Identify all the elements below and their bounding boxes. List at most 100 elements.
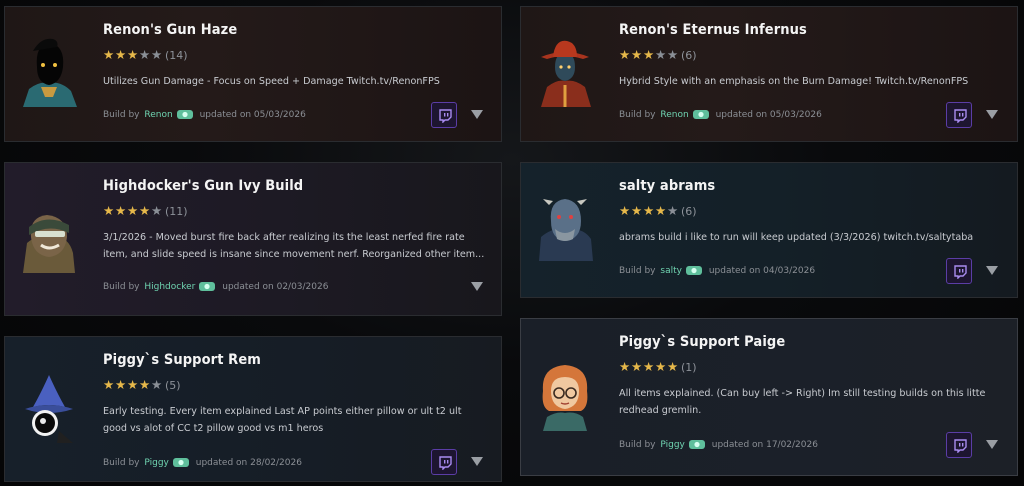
caret-down-icon[interactable] bbox=[471, 457, 483, 466]
star-icon: ★ bbox=[631, 203, 643, 218]
star-icon: ★ bbox=[667, 47, 679, 62]
star-icon: ★ bbox=[655, 359, 667, 374]
star-icon: ★ bbox=[139, 203, 151, 218]
twitch-icon bbox=[954, 439, 967, 453]
updated-date: updated on 05/03/2026 bbox=[199, 110, 306, 120]
author-link[interactable]: Renon bbox=[660, 110, 688, 120]
star-icon: ★ bbox=[151, 203, 163, 218]
build-by-label: Build by bbox=[103, 458, 140, 468]
hero-portrait-ivy bbox=[23, 215, 75, 273]
author-link[interactable]: Piggy bbox=[660, 440, 684, 450]
build-by-label: Build by bbox=[619, 440, 656, 450]
build-description: abrams build i like to run will keep upd… bbox=[619, 232, 974, 243]
build-card[interactable]: Highdocker's Gun Ivy Build ★★★★★ (11) 3/1… bbox=[4, 162, 502, 316]
build-title[interactable]: Renon's Eternus Infernus bbox=[619, 22, 807, 38]
twitch-button[interactable] bbox=[946, 102, 972, 128]
star-icon: ★ bbox=[667, 203, 679, 218]
star-icon: ★ bbox=[115, 377, 127, 392]
caret-down-icon[interactable] bbox=[986, 110, 998, 119]
twitch-icon bbox=[954, 265, 967, 279]
build-byline: Build by Piggy updated on 17/02/2026 bbox=[619, 439, 818, 450]
build-card[interactable]: salty abrams ★★★★★ (6) abrams build i lik… bbox=[520, 162, 1018, 298]
caret-down-icon[interactable] bbox=[986, 266, 998, 275]
star-icon: ★ bbox=[127, 203, 139, 218]
build-by-label: Build by bbox=[619, 266, 656, 276]
caret-down-icon[interactable] bbox=[471, 282, 483, 291]
build-card[interactable]: Piggy`s Support Rem ★★★★★ (5) Early testi… bbox=[4, 336, 502, 482]
build-card[interactable]: Renon's Gun Haze ★★★★★ (14) Utilizes Gun … bbox=[4, 6, 502, 142]
star-icon: ★ bbox=[643, 47, 655, 62]
build-by-label: Build by bbox=[103, 110, 140, 120]
rating: ★★★★★ (11) bbox=[103, 203, 188, 219]
rating: ★★★★★ (6) bbox=[619, 203, 697, 219]
star-icon: ★ bbox=[151, 47, 163, 62]
build-title[interactable]: Highdocker's Gun Ivy Build bbox=[103, 178, 303, 194]
hero-portrait-infernus bbox=[541, 40, 591, 107]
updated-date: updated on 05/03/2026 bbox=[715, 110, 822, 120]
build-title[interactable]: salty abrams bbox=[619, 178, 715, 194]
rating: ★★★★★ (6) bbox=[619, 47, 697, 63]
build-by-label: Build by bbox=[619, 110, 656, 120]
author-link[interactable]: Highdocker bbox=[144, 282, 195, 292]
twitch-button[interactable] bbox=[431, 449, 457, 475]
twitch-icon bbox=[439, 456, 452, 470]
build-description: Early testing. Every item explained Last… bbox=[103, 406, 462, 434]
rating: ★★★★★ (1) bbox=[619, 359, 697, 375]
build-description: Utilizes Gun Damage - Focus on Speed + D… bbox=[103, 76, 440, 87]
hero-portrait-abrams bbox=[539, 199, 593, 261]
build-byline: Build by salty updated on 04/03/2026 bbox=[619, 265, 815, 276]
star-icon: ★ bbox=[103, 203, 115, 218]
rating: ★★★★★ (5) bbox=[103, 377, 181, 393]
star-icon: ★ bbox=[667, 359, 679, 374]
star-icon: ★ bbox=[631, 47, 643, 62]
twitch-button[interactable] bbox=[431, 102, 457, 128]
twitch-icon bbox=[439, 109, 452, 123]
star-icon: ★ bbox=[655, 47, 667, 62]
build-byline: Build by Piggy updated on 28/02/2026 bbox=[103, 457, 302, 468]
star-icon: ★ bbox=[103, 377, 115, 392]
updated-date: updated on 04/03/2026 bbox=[708, 266, 816, 276]
build-card[interactable]: Piggy`s Support Paige ★★★★★ (1) All items… bbox=[520, 318, 1018, 476]
verified-badge-icon bbox=[199, 282, 216, 291]
build-description: Hybrid Style with an emphasis on the Bur… bbox=[619, 76, 969, 87]
updated-date: updated on 28/02/2026 bbox=[195, 458, 302, 468]
twitch-button[interactable] bbox=[946, 432, 972, 458]
build-description: 3/1/2026 - Moved burst fire back after r… bbox=[103, 232, 485, 260]
verified-badge-icon bbox=[685, 266, 702, 275]
star-icon: ★ bbox=[127, 377, 139, 392]
star-icon: ★ bbox=[139, 377, 151, 392]
caret-down-icon[interactable] bbox=[986, 440, 998, 449]
build-title[interactable]: Renon's Gun Haze bbox=[103, 22, 237, 38]
build-byline: Build by Renon updated on 05/03/2026 bbox=[103, 109, 306, 120]
rating-count: (11) bbox=[165, 205, 188, 218]
build-description: All items explained. (Can buy left -> Ri… bbox=[619, 388, 986, 416]
star-icon: ★ bbox=[631, 359, 643, 374]
build-by-label: Build by bbox=[103, 282, 140, 292]
star-icon: ★ bbox=[139, 47, 151, 62]
author-link[interactable]: Piggy bbox=[144, 458, 168, 468]
build-title[interactable]: Piggy`s Support Rem bbox=[103, 352, 261, 368]
star-icon: ★ bbox=[643, 359, 655, 374]
star-icon: ★ bbox=[643, 203, 655, 218]
rating-count: (14) bbox=[165, 49, 188, 62]
author-link[interactable]: salty bbox=[660, 266, 682, 276]
star-icon: ★ bbox=[151, 377, 163, 392]
star-icon: ★ bbox=[115, 203, 127, 218]
star-icon: ★ bbox=[619, 203, 631, 218]
rating-count: (1) bbox=[681, 361, 697, 374]
updated-date: updated on 17/02/2026 bbox=[711, 440, 818, 450]
star-icon: ★ bbox=[619, 47, 631, 62]
verified-badge-icon bbox=[172, 458, 189, 467]
hero-portrait-rem bbox=[25, 375, 73, 443]
twitch-button[interactable] bbox=[946, 258, 972, 284]
rating-count: (6) bbox=[681, 49, 697, 62]
caret-down-icon[interactable] bbox=[471, 110, 483, 119]
star-icon: ★ bbox=[115, 47, 127, 62]
author-link[interactable]: Renon bbox=[144, 110, 172, 120]
twitch-icon bbox=[954, 109, 967, 123]
build-byline: Build by Renon updated on 05/03/2026 bbox=[619, 109, 822, 120]
hero-portrait-haze bbox=[23, 38, 77, 107]
star-icon: ★ bbox=[655, 203, 667, 218]
build-card[interactable]: Renon's Eternus Infernus ★★★★★ (6) Hybrid… bbox=[520, 6, 1018, 142]
build-title[interactable]: Piggy`s Support Paige bbox=[619, 334, 785, 350]
